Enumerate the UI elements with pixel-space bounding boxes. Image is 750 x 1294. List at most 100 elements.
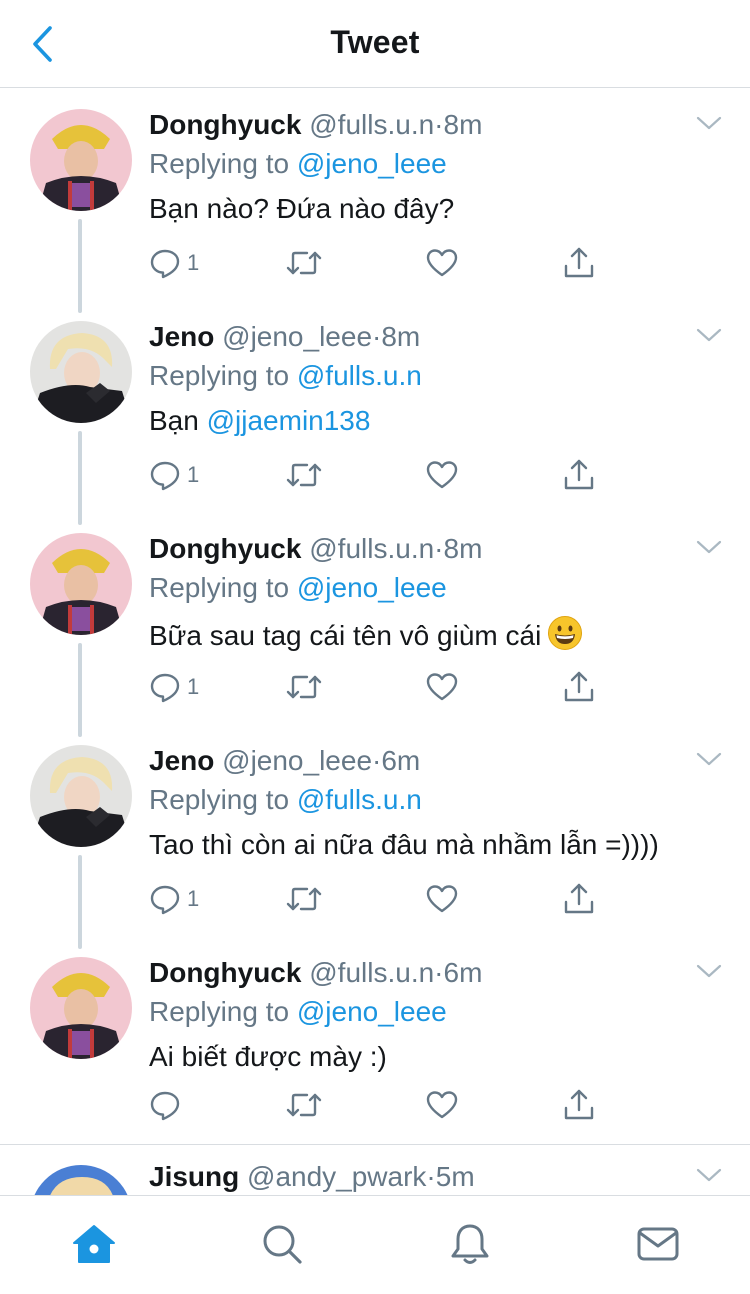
- share-button[interactable]: [563, 665, 595, 709]
- retweet-button[interactable]: [285, 241, 323, 285]
- like-button[interactable]: [425, 453, 459, 497]
- handle[interactable]: @andy_pwark: [247, 1161, 426, 1192]
- reply-icon: [150, 885, 180, 915]
- reply-icon: [150, 461, 180, 491]
- timestamp: 6m: [381, 745, 421, 776]
- replying-mention[interactable]: @jeno_leee: [297, 996, 447, 1027]
- page-title: Tweet: [330, 24, 420, 60]
- handle[interactable]: @fulls.u.n: [309, 957, 434, 988]
- chevron-down-icon[interactable]: [696, 537, 722, 557]
- avatar[interactable]: [30, 321, 132, 423]
- reply-count: 1: [187, 250, 200, 275]
- display-name[interactable]: Donghyuck: [149, 533, 301, 564]
- tweet-text-prefix: Bạn: [149, 405, 207, 436]
- replying-label: Replying to: [149, 572, 297, 603]
- tweet[interactable]: Donghyuck @fulls.u.n·8m Replying to @jen…: [0, 513, 750, 737]
- retweet-button[interactable]: [285, 453, 323, 497]
- separator-dot: ·: [372, 745, 382, 776]
- thread-connector: [78, 643, 82, 737]
- avatar[interactable]: [30, 1165, 132, 1195]
- timestamp: 8m: [381, 321, 421, 352]
- display-name[interactable]: Donghyuck: [149, 109, 301, 140]
- reply-button[interactable]: 1: [149, 453, 199, 497]
- avatar[interactable]: [30, 957, 132, 1059]
- display-name[interactable]: Jeno: [149, 321, 214, 352]
- thread-feed[interactable]: Donghyuck @fulls.u.n·8m Replying to @jen…: [0, 89, 750, 1195]
- chevron-down-icon[interactable]: [696, 325, 722, 345]
- like-button[interactable]: [425, 877, 459, 921]
- thread-connector: [78, 431, 82, 525]
- replying-mention[interactable]: @fulls.u.n: [297, 784, 422, 815]
- retweet-icon: [286, 1093, 322, 1117]
- separator-dot: ·: [434, 533, 444, 564]
- like-button[interactable]: [425, 665, 459, 709]
- retweet-button[interactable]: [285, 1083, 323, 1127]
- bell-icon: [451, 1224, 489, 1264]
- avatar[interactable]: [30, 533, 132, 635]
- tab-search[interactable]: [258, 1220, 306, 1268]
- handle[interactable]: @fulls.u.n: [309, 109, 434, 140]
- replying-mention[interactable]: @jeno_leee: [297, 148, 447, 179]
- reply-button[interactable]: 1: [149, 665, 199, 709]
- separator-dot: ·: [426, 1161, 436, 1192]
- share-icon: [564, 1089, 594, 1120]
- retweet-button[interactable]: [285, 877, 323, 921]
- mail-icon: [637, 1227, 679, 1261]
- reply-count: 1: [187, 674, 200, 699]
- tweet[interactable]: Jeno @jeno_leee·6m Replying to @fulls.u.…: [0, 725, 750, 949]
- share-button[interactable]: [563, 241, 595, 285]
- replying-label: Replying to: [149, 148, 297, 179]
- tweet-actions: 1: [149, 877, 609, 921]
- timestamp: 5m: [435, 1161, 475, 1192]
- share-button[interactable]: [563, 453, 595, 497]
- chevron-down-icon[interactable]: [696, 749, 722, 769]
- replying-mention[interactable]: @jeno_leee: [297, 572, 447, 603]
- chevron-down-icon[interactable]: [696, 1165, 722, 1185]
- separator-dot: ·: [434, 109, 444, 140]
- tweet-text: Bạn @jjaemin138: [149, 403, 726, 439]
- reply-button[interactable]: 1: [149, 877, 199, 921]
- separator-dot: ·: [372, 321, 382, 352]
- handle[interactable]: @fulls.u.n: [309, 533, 434, 564]
- avatar[interactable]: [30, 109, 132, 211]
- tweet-actions: 1: [149, 241, 609, 285]
- heart-icon: [426, 461, 458, 489]
- share-button[interactable]: [563, 1083, 595, 1127]
- tweet-mention[interactable]: @jjaemin138: [207, 405, 371, 436]
- tweet[interactable]: Donghyuck @fulls.u.n·6m Replying to @jen…: [0, 937, 750, 1135]
- header: Tweet: [0, 0, 750, 88]
- tweet-partial[interactable]: Jisung @andy_pwark·5m: [0, 1145, 750, 1195]
- timestamp: 8m: [443, 109, 483, 140]
- reply-icon: [150, 673, 180, 703]
- tab-notifications[interactable]: [446, 1220, 494, 1268]
- tweet-text-body: Bữa sau tag cái tên vô giùm cái: [149, 620, 542, 651]
- retweet-button[interactable]: [285, 665, 323, 709]
- like-button[interactable]: [425, 1083, 459, 1127]
- heart-icon: [426, 1091, 458, 1119]
- tweet[interactable]: Donghyuck @fulls.u.n·8m Replying to @jen…: [0, 89, 750, 313]
- like-button[interactable]: [425, 241, 459, 285]
- tweet[interactable]: Jeno @jeno_leee·8m Replying to @fulls.u.…: [0, 301, 750, 525]
- grinning-face-icon: [548, 616, 583, 650]
- display-name[interactable]: Donghyuck: [149, 957, 301, 988]
- reply-button[interactable]: [149, 1083, 187, 1127]
- search-icon: [263, 1225, 302, 1264]
- handle[interactable]: @jeno_leee: [222, 745, 372, 776]
- reply-button[interactable]: 1: [149, 241, 199, 285]
- retweet-icon: [286, 463, 322, 487]
- chevron-down-icon[interactable]: [696, 113, 722, 133]
- chevron-down-icon[interactable]: [696, 961, 722, 981]
- tab-messages[interactable]: [634, 1220, 682, 1268]
- display-name[interactable]: Jisung: [149, 1161, 239, 1192]
- tweet-text: Bạn nào? Đứa nào đây?: [149, 193, 455, 224]
- display-name[interactable]: Jeno: [149, 745, 214, 776]
- handle[interactable]: @jeno_leee: [222, 321, 372, 352]
- reply-count: 1: [187, 462, 200, 487]
- thread-connector: [78, 219, 82, 313]
- home-icon: [73, 1225, 115, 1263]
- share-button[interactable]: [563, 877, 595, 921]
- tab-home[interactable]: [70, 1220, 118, 1268]
- bottom-tab-bar: [0, 1195, 750, 1294]
- replying-mention[interactable]: @fulls.u.n: [297, 360, 422, 391]
- avatar[interactable]: [30, 745, 132, 847]
